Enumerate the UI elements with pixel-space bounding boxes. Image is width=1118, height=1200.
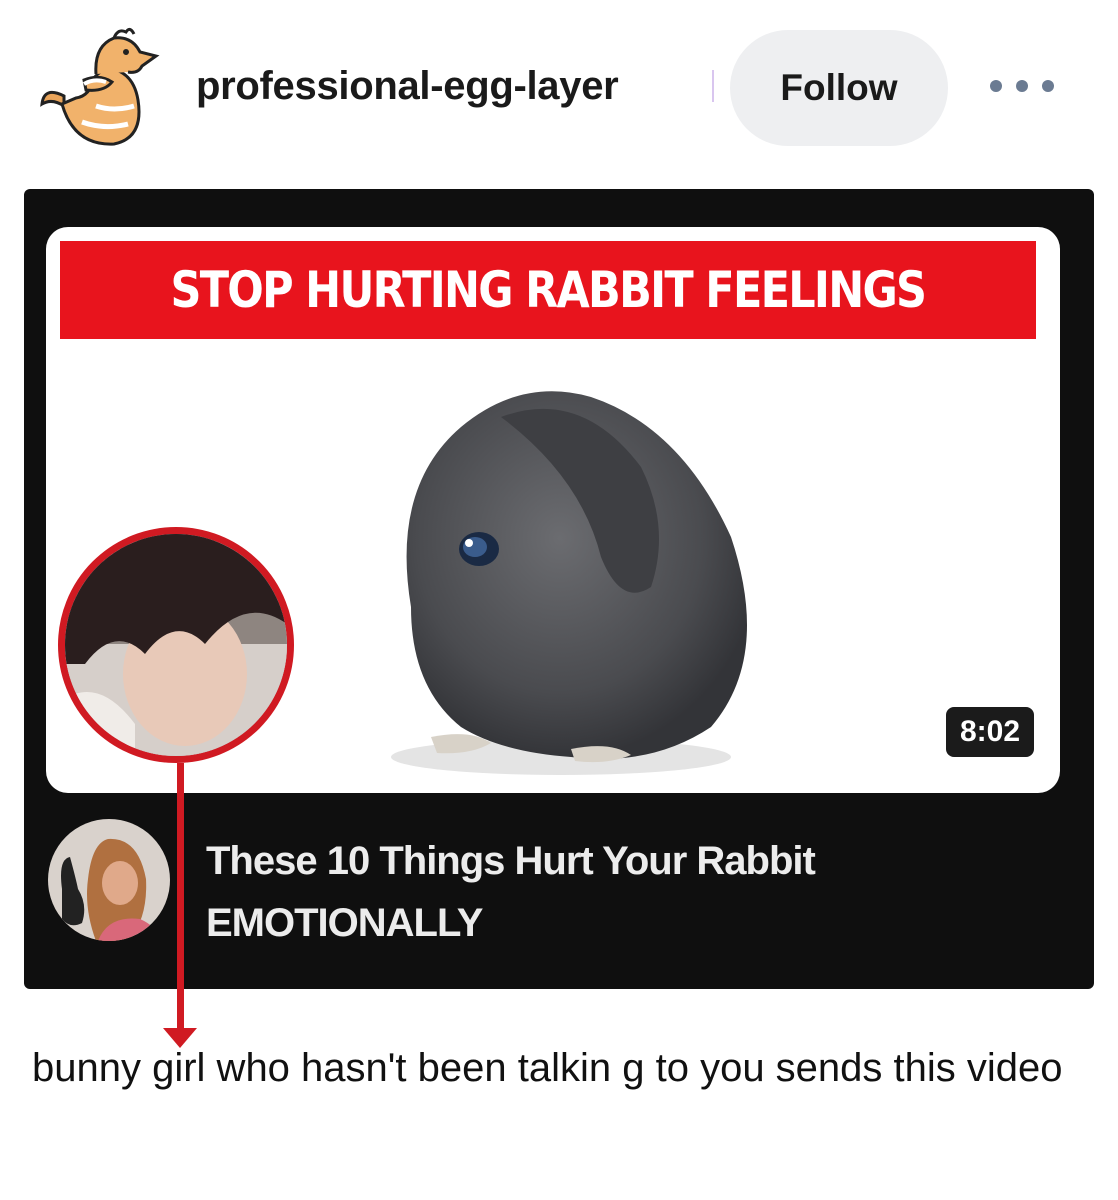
video-title-line-2[interactable]: EMOTIONALLY (206, 901, 483, 946)
username-divider (712, 70, 714, 102)
chicken-avatar-icon[interactable] (34, 26, 174, 156)
thumbnail-banner: STOP HURTING RABBIT FEELINGS (60, 241, 1036, 339)
dot (990, 80, 1002, 92)
channel-avatar[interactable] (48, 819, 170, 941)
rabbit-image (351, 357, 771, 793)
arrow-line (177, 763, 184, 1033)
video-title-line-1[interactable]: These 10 Things Hurt Your Rabbit (206, 839, 816, 884)
highlighted-face-circle (58, 527, 294, 763)
post-header: professional-egg-layer Follow (0, 0, 1118, 180)
banner-text: STOP HURTING RABBIT FEELINGS (170, 261, 928, 319)
username-link[interactable]: professional-egg-layer (196, 64, 619, 109)
follow-button[interactable]: Follow (730, 30, 948, 146)
duration-badge: 8:02 (945, 707, 1034, 757)
post-caption: bunny girl who hasn't been talkin g to y… (32, 1046, 1063, 1090)
dot (1016, 80, 1028, 92)
dot (1042, 80, 1054, 92)
ellipsis-icon[interactable] (990, 66, 1054, 106)
